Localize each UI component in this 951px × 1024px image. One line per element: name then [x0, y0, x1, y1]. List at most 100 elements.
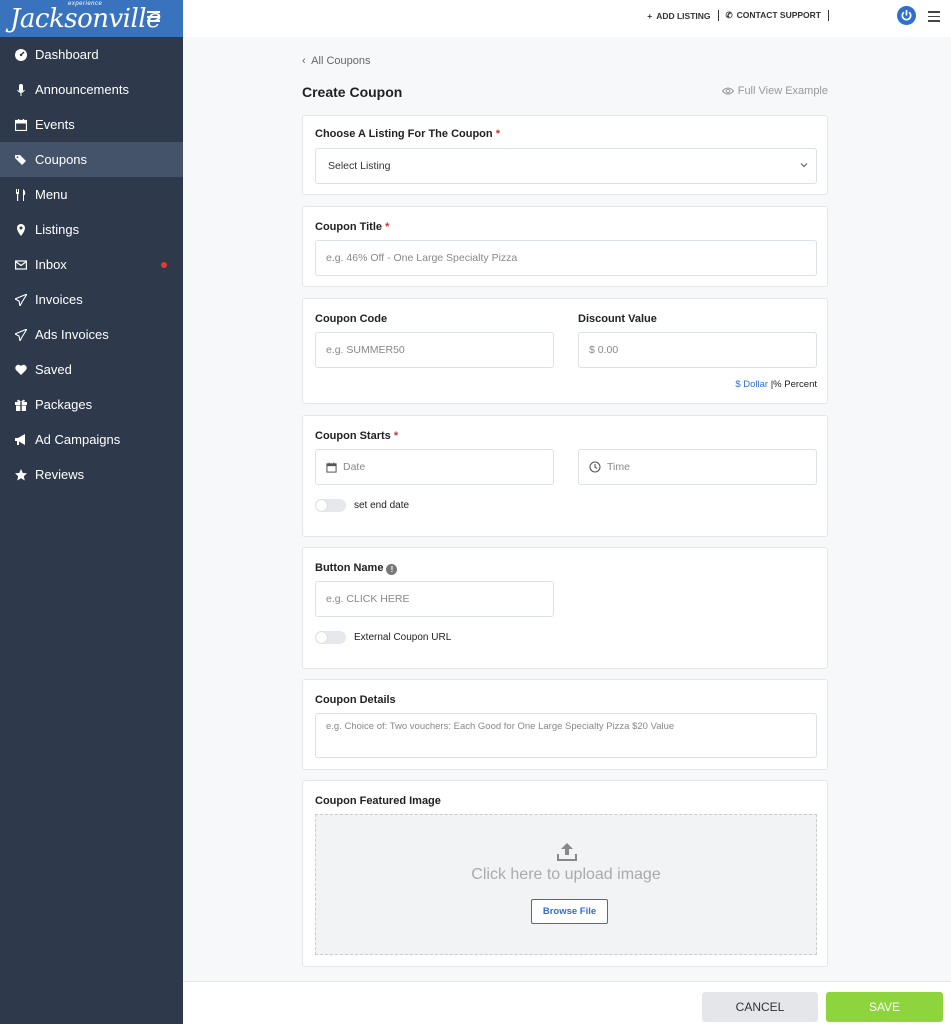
coupon-title-placeholder: e.g. 46% Off - One Large Specialty Pizza: [326, 252, 518, 264]
coupon-details-textarea[interactable]: e.g. Choice of: Two vouchers: Each Good …: [315, 713, 817, 758]
map-marker-icon: [15, 223, 27, 236]
featured-image-card: Coupon Featured Image Click here to uplo…: [302, 780, 828, 967]
listing-select-value: Select Listing: [328, 160, 391, 172]
sidebar-item-label: Announcements: [35, 82, 129, 97]
paper-plane-icon: [15, 293, 27, 306]
coupon-title-input[interactable]: e.g. 46% Off - One Large Specialty Pizza: [315, 240, 817, 276]
date-input[interactable]: Date: [315, 449, 554, 485]
chevron-down-icon: [800, 163, 808, 168]
external-url-toggle-label: External Coupon URL: [354, 632, 452, 643]
discount-value-input[interactable]: $ 0.00: [578, 332, 817, 368]
utensils-icon: [15, 188, 27, 201]
all-coupons-label: All Coupons: [311, 55, 371, 67]
info-icon[interactable]: !: [386, 564, 398, 575]
tags-icon: [15, 154, 27, 166]
all-coupons-link[interactable]: ‹ All Coupons: [302, 55, 371, 67]
sidebar-item-saved[interactable]: Saved: [0, 352, 183, 387]
sidebar-item-inbox[interactable]: Inbox: [0, 247, 183, 282]
date-placeholder: Date: [343, 461, 366, 473]
browse-file-button[interactable]: Browse File: [531, 899, 608, 924]
full-view-example-link[interactable]: Full View Example: [721, 85, 828, 97]
sidebar-item-label: Invoices: [35, 292, 83, 307]
sidebar-item-label: Inbox: [35, 257, 67, 272]
contact-support-link[interactable]: ✆ CONTACT SUPPORT: [726, 10, 822, 21]
plus-icon: +: [647, 10, 653, 21]
sidebar-nav: Dashboard Announcements Events Coupons M…: [0, 37, 183, 492]
sidebar-item-label: Saved: [35, 362, 72, 377]
sidebar-item-events[interactable]: Events: [0, 107, 183, 142]
discount-value-label: Discount Value: [578, 313, 657, 325]
add-listing-label: ADD LISTING: [656, 10, 711, 21]
sidebar-item-coupons[interactable]: Coupons: [0, 142, 183, 177]
sidebar-item-label: Events: [35, 117, 75, 132]
save-button[interactable]: SAVE: [826, 992, 943, 1022]
percent-option[interactable]: % Percent: [773, 379, 817, 390]
button-name-label: Button Name!: [315, 562, 398, 575]
coupon-code-input[interactable]: e.g. SUMMER50: [315, 332, 554, 368]
time-input[interactable]: Time: [578, 449, 817, 485]
sidebar-item-ad-campaigns[interactable]: Ad Campaigns: [0, 422, 183, 457]
paper-plane-icon: [15, 328, 27, 341]
title-card: Coupon Title * e.g. 46% Off - One Large …: [302, 206, 828, 287]
calendar-icon: [326, 461, 337, 473]
sidebar-item-reviews[interactable]: Reviews: [0, 457, 183, 492]
clock-icon: [589, 461, 601, 473]
sidebar-toggle-icon[interactable]: [147, 11, 160, 25]
eye-icon: [721, 87, 734, 95]
gift-icon: [15, 399, 27, 411]
button-name-input[interactable]: e.g. CLICK HERE: [315, 581, 554, 617]
sidebar-item-label: Packages: [35, 397, 93, 412]
button-name-placeholder: e.g. CLICK HERE: [326, 593, 410, 605]
star-icon: [15, 468, 27, 481]
end-date-toggle[interactable]: [315, 499, 346, 512]
listing-card: Choose A Listing For The Coupon * Select…: [302, 115, 828, 195]
upload-icon: [557, 843, 577, 861]
page-title: Create Coupon: [302, 84, 403, 100]
sidebar-item-label: Dashboard: [35, 47, 99, 62]
top-links: + ADD LISTING ✆ CONTACT SUPPORT: [647, 10, 836, 21]
brand-logo[interactable]: Jacksonville: [10, 6, 162, 32]
contact-support-label: CONTACT SUPPORT: [736, 10, 821, 20]
dollar-option[interactable]: $ Dollar: [735, 379, 768, 390]
time-placeholder: Time: [607, 461, 630, 473]
full-view-label: Full View Example: [737, 85, 828, 97]
divider: [717, 10, 719, 21]
brand-bar: experience Jacksonville: [0, 0, 183, 37]
coupon-title-label: Coupon Title *: [315, 221, 390, 233]
cancel-button[interactable]: CANCEL: [702, 992, 818, 1022]
external-url-toggle[interactable]: [315, 631, 346, 644]
divider: [828, 10, 829, 21]
sidebar-item-dashboard[interactable]: Dashboard: [0, 37, 183, 72]
brand-superscript: experience: [68, 1, 103, 7]
heart-icon: [15, 364, 27, 376]
coupon-details-placeholder: e.g. Choice of: Two vouchers: Each Good …: [326, 721, 675, 732]
sidebar-item-invoices[interactable]: Invoices: [0, 282, 183, 317]
dashboard-icon: [15, 48, 27, 61]
sidebar-item-announcements[interactable]: Announcements: [0, 72, 183, 107]
coupon-code-label: Coupon Code: [315, 313, 388, 325]
menu-icon[interactable]: [928, 11, 940, 25]
sidebar-item-label: Ads Invoices: [35, 327, 109, 342]
sidebar-item-label: Listings: [35, 222, 80, 237]
power-icon[interactable]: [897, 6, 916, 25]
coupon-details-card: Coupon Details e.g. Choice of: Two vouch…: [302, 679, 828, 770]
calendar-icon: [15, 118, 27, 131]
image-upload-dropzone[interactable]: Click here to upload image Browse File: [315, 814, 817, 955]
sidebar: experience Jacksonville Dashboard Announ…: [0, 0, 183, 1024]
sidebar-item-ads-invoices[interactable]: Ads Invoices: [0, 317, 183, 352]
add-listing-link[interactable]: + ADD LISTING: [647, 11, 710, 21]
sidebar-item-menu[interactable]: Menu: [0, 177, 183, 212]
envelope-icon: [15, 259, 27, 271]
phone-icon: ✆: [725, 10, 733, 20]
sidebar-item-packages[interactable]: Packages: [0, 387, 183, 422]
bullhorn-icon: [15, 433, 27, 446]
button-name-card: Button Name! e.g. CLICK HERE External Co…: [302, 547, 828, 669]
listing-select[interactable]: Select Listing: [315, 148, 817, 184]
microphone-icon: [15, 83, 27, 96]
footer-bar: CANCEL SAVE: [183, 981, 951, 1024]
sidebar-item-label: Coupons: [35, 152, 88, 167]
sidebar-item-label: Reviews: [35, 467, 85, 482]
sidebar-item-listings[interactable]: Listings: [0, 212, 183, 247]
coupon-details-label: Coupon Details: [315, 694, 396, 706]
inbox-notification-dot: [161, 262, 167, 268]
